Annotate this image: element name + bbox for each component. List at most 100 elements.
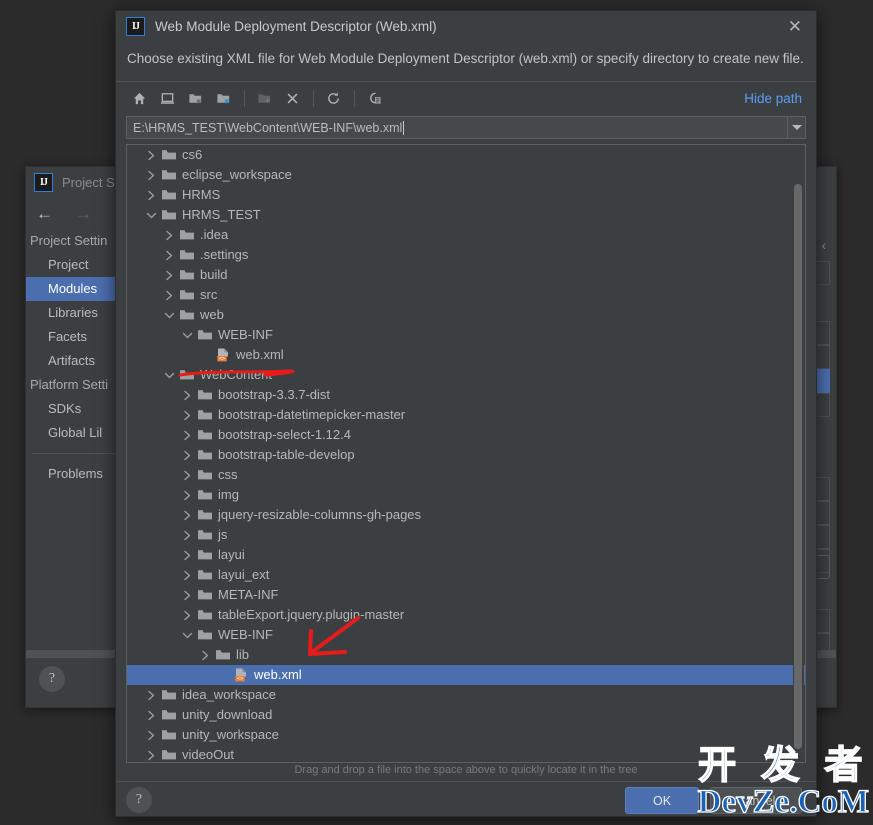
tree-scrollbar-thumb[interactable]	[794, 184, 802, 749]
tree-row[interactable]: build	[127, 265, 805, 285]
chevron-right-icon[interactable]	[145, 749, 158, 762]
chevron-right-icon[interactable]	[181, 529, 194, 542]
tree-scrollbar-track[interactable]	[793, 146, 804, 761]
delete-icon[interactable]	[279, 85, 305, 111]
dialog-description: Choose existing XML file for Web Module …	[127, 51, 804, 66]
chevron-down-icon[interactable]	[145, 209, 158, 222]
chevron-right-icon[interactable]	[145, 729, 158, 742]
chevron-right-icon[interactable]	[181, 469, 194, 482]
chevron-right-icon[interactable]	[145, 709, 158, 722]
tree-row[interactable]: tableExport.jquery.plugin-master	[127, 605, 805, 625]
tree-row[interactable]: bootstrap-select-1.12.4	[127, 425, 805, 445]
tree-row-selected[interactable]: <> web.xml	[127, 665, 805, 685]
folder-icon	[197, 407, 213, 423]
close-icon[interactable]: ✕	[784, 16, 806, 37]
chevron-right-icon[interactable]	[181, 569, 194, 582]
help-icon[interactable]: ?	[39, 666, 65, 692]
tree-row[interactable]: HRMS	[127, 185, 805, 205]
chevron-right-icon[interactable]	[181, 389, 194, 402]
tree-row[interactable]: WEB-INF	[127, 625, 805, 645]
show-hidden-files-icon[interactable]	[361, 85, 387, 111]
cancel-button[interactable]: Cancel	[710, 787, 802, 814]
file-tree-panel[interactable]: cs6 eclipse_workspace HRMS HRMS_TEST .idea .s…	[126, 144, 806, 763]
tree-row[interactable]: img	[127, 485, 805, 505]
tree-row-label: img	[218, 487, 239, 502]
tree-row[interactable]: HRMS_TEST	[127, 205, 805, 225]
chevron-right-icon[interactable]	[145, 169, 158, 182]
tree-row[interactable]: .settings	[127, 245, 805, 265]
file-tree[interactable]: cs6 eclipse_workspace HRMS HRMS_TEST .idea .s…	[127, 145, 805, 762]
tree-row[interactable]: .idea	[127, 225, 805, 245]
tree-row[interactable]: <> web.xml	[127, 345, 805, 365]
forward-arrow-icon[interactable]: →	[75, 205, 92, 222]
tree-row[interactable]: layui	[127, 545, 805, 565]
chevron-right-icon[interactable]	[163, 249, 176, 262]
chevron-down-icon[interactable]	[163, 369, 176, 382]
chevron-right-icon[interactable]	[181, 449, 194, 462]
tree-row[interactable]: css	[127, 465, 805, 485]
tree-row-label: layui	[218, 547, 245, 562]
chevron-down-icon[interactable]	[163, 309, 176, 322]
folder-icon	[179, 227, 195, 243]
project-folder-icon[interactable]	[182, 85, 208, 111]
chevron-right-icon[interactable]	[163, 229, 176, 242]
tree-row-label: cs6	[182, 147, 203, 162]
tree-row[interactable]: web	[127, 305, 805, 325]
tree-row-label: videoOut	[182, 747, 235, 762]
hide-path-link[interactable]: Hide path	[744, 91, 802, 106]
tree-row-label: src	[200, 287, 218, 302]
back-arrow-icon[interactable]: ←	[36, 205, 53, 222]
tree-row[interactable]: cs6	[127, 145, 805, 165]
tree-row-label: META-INF	[218, 587, 279, 602]
chevron-right-icon[interactable]	[181, 589, 194, 602]
tree-row[interactable]: unity_workspace	[127, 725, 805, 745]
tree-row[interactable]: jquery-resizable-columns-gh-pages	[127, 505, 805, 525]
help-icon[interactable]: ?	[126, 787, 152, 813]
tree-row[interactable]: bootstrap-datetimepicker-master	[127, 405, 805, 425]
ok-button[interactable]: OK	[625, 787, 699, 814]
refresh-icon[interactable]	[320, 85, 346, 111]
tree-row[interactable]: eclipse_workspace	[127, 165, 805, 185]
chevron-right-icon[interactable]	[145, 149, 158, 162]
tree-row[interactable]: idea_workspace	[127, 685, 805, 705]
tree-row[interactable]: WebContent	[127, 365, 805, 385]
chevron-right-icon[interactable]	[199, 649, 212, 662]
chevron-right-icon[interactable]	[163, 289, 176, 302]
folder-icon	[161, 207, 177, 223]
path-input[interactable]: E:\HRMS_TEST\WebContent\WEB-INF\web.xml	[126, 116, 787, 139]
chevron-down-icon[interactable]	[181, 629, 194, 642]
chevron-right-icon[interactable]	[181, 429, 194, 442]
chevron-right-icon[interactable]	[145, 189, 158, 202]
dialog-title: Web Module Deployment Descriptor (Web.xm…	[155, 18, 437, 34]
tree-row[interactable]: js	[127, 525, 805, 545]
file-chooser-toolbar[interactable]: Hide path	[116, 82, 816, 114]
tree-row[interactable]: lib	[127, 645, 805, 665]
tree-row[interactable]: unity_download	[127, 705, 805, 725]
home-icon[interactable]	[126, 85, 152, 111]
chevron-right-icon[interactable]	[181, 609, 194, 622]
tree-row-label: .idea	[200, 227, 229, 242]
web-module-deployment-descriptor-dialog[interactable]: IJ Web Module Deployment Descriptor (Web…	[115, 10, 817, 817]
tree-row[interactable]: WEB-INF	[127, 325, 805, 345]
desktop-icon[interactable]	[154, 85, 180, 111]
tree-row[interactable]: videoOut	[127, 745, 805, 762]
chevron-right-icon[interactable]	[181, 489, 194, 502]
chevron-right-icon[interactable]	[181, 509, 194, 522]
chevron-right-icon[interactable]	[145, 689, 158, 702]
tree-row-label: idea_workspace	[182, 687, 276, 702]
tree-row-label: js	[218, 527, 228, 542]
chevron-right-icon[interactable]	[163, 269, 176, 282]
folder-icon	[179, 247, 195, 263]
path-row[interactable]: E:\HRMS_TEST\WebContent\WEB-INF\web.xml	[126, 116, 806, 139]
tree-row[interactable]: bootstrap-3.3.7-dist	[127, 385, 805, 405]
tree-row[interactable]: src	[127, 285, 805, 305]
module-folder-icon[interactable]	[210, 85, 236, 111]
chevron-right-icon[interactable]	[181, 409, 194, 422]
tree-row[interactable]: META-INF	[127, 585, 805, 605]
path-dropdown-button[interactable]	[787, 116, 806, 139]
chevron-down-icon[interactable]	[181, 329, 194, 342]
tree-row-label: HRMS	[182, 187, 221, 202]
tree-row[interactable]: layui_ext	[127, 565, 805, 585]
chevron-right-icon[interactable]	[181, 549, 194, 562]
tree-row[interactable]: bootstrap-table-develop	[127, 445, 805, 465]
